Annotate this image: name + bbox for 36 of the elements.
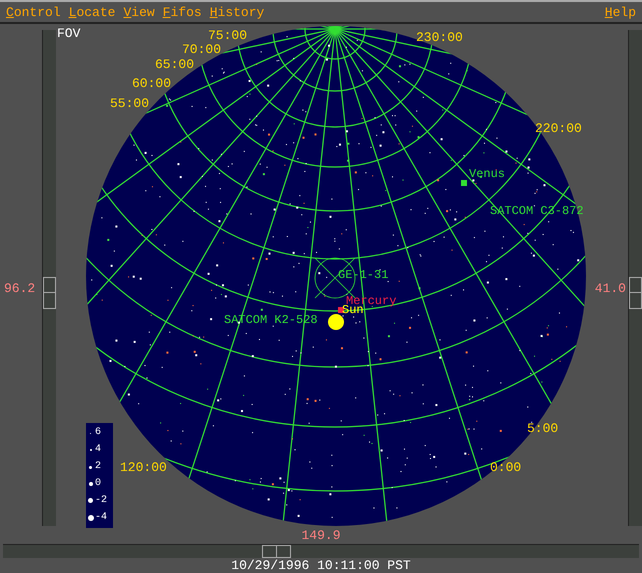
star-size-icon (86, 498, 95, 504)
magnitude-label: 4 (95, 445, 102, 456)
magnitude-label: 2 (95, 462, 102, 472)
vertical-slider[interactable] (42, 30, 56, 526)
coordinate-label: 0:00 (490, 460, 522, 475)
horizontal-slider[interactable] (3, 544, 639, 558)
slider-thumb[interactable] (262, 545, 291, 558)
coordinate-label: 55:00 (110, 96, 150, 111)
slider-reading: 149.9 (301, 529, 340, 544)
vertical-slider[interactable] (628, 30, 642, 526)
object-label: Venus (469, 167, 506, 181)
coordinate-label: 230:00 (416, 30, 463, 45)
coordinate-label: 60:00 (132, 76, 172, 91)
magnitude-label: -2 (95, 496, 108, 506)
star-size-icon (86, 514, 95, 521)
menu-item[interactable]: Control (6, 6, 61, 18)
coordinate-label: 120:00 (120, 460, 167, 475)
menu-item[interactable]: Fifos (162, 6, 202, 18)
magnitude-label: 6 (95, 428, 102, 438)
fov-label: FOV (57, 27, 80, 40)
slider-reading: 96.2 (4, 282, 36, 295)
help-menu-item[interactable]: Help (604, 6, 636, 18)
coordinate-label: 70:00 (182, 42, 222, 57)
menu-item[interactable]: View (123, 6, 155, 18)
magnitude-label: -4 (95, 512, 108, 523)
coordinate-label: 5:00 (527, 421, 558, 436)
coordinate-label: 220:00 (535, 121, 582, 136)
menu-item[interactable]: History (210, 6, 264, 18)
coordinate-label: 75:00 (208, 28, 248, 43)
status-text: 10/29/1996 10:11:00 PST (231, 559, 411, 572)
coordinate-label: 65:00 (155, 57, 194, 72)
menu-item[interactable]: Locate (68, 6, 116, 18)
magnitude-label: 0 (95, 478, 102, 489)
slider-reading: 41.0 (594, 282, 626, 295)
slider-thumb[interactable] (43, 276, 56, 309)
slider-thumb[interactable] (629, 276, 642, 309)
